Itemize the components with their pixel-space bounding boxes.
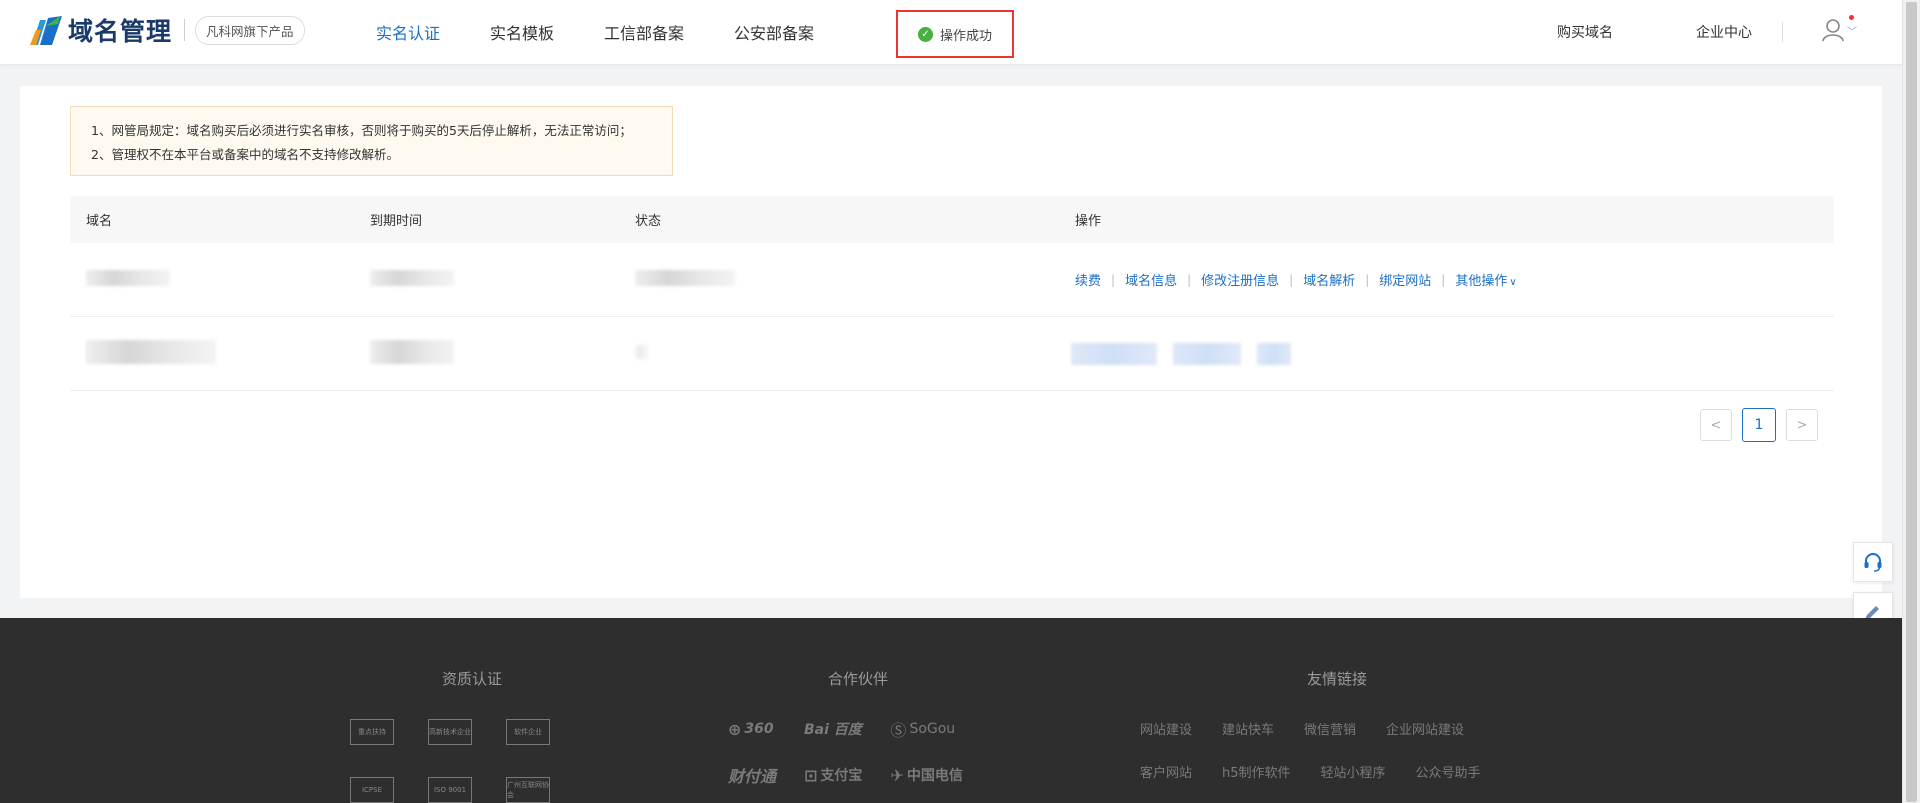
main-panel: 1、网管局规定：域名购买后必须进行实名审核，否则将于购买的5天后停止解析，无法正… — [20, 86, 1882, 598]
s-icon: Ⓢ — [890, 721, 907, 740]
notice-line-2: 2、管理权不在本平台或备案中的域名不支持修改解析。 — [91, 147, 399, 162]
footer-link[interactable]: 轻站小程序 — [1321, 762, 1386, 781]
notice-box: 1、网管局规定：域名购买后必须进行实名审核，否则将于购买的5天后停止解析，无法正… — [70, 106, 673, 176]
partner-baidu-logo[interactable]: Bai 百度 — [804, 717, 862, 741]
prev-page-button[interactable]: < — [1700, 409, 1732, 441]
nav-police-filing[interactable]: 公安部备案 — [734, 20, 814, 44]
redacted-action[interactable] — [1257, 342, 1291, 365]
action-divider: | — [1441, 272, 1446, 287]
plus-circle-icon: ⊕ — [728, 719, 742, 739]
top-header: 域名管理 凡科网旗下产品 实名认证 实名模板 工信部备案 公安部备案 ✓ 操作成… — [0, 0, 1902, 65]
partner-telecom-logo[interactable]: ✈ 中国电信 — [890, 763, 962, 787]
more-actions-dropdown[interactable]: 其他操作 ∨ — [1455, 270, 1516, 289]
action-divider: | — [1111, 272, 1116, 287]
cert-grid: 重点扶持 高新技术企业 软件企业 ICPSE ISO 9001 广州互联网协会 — [350, 719, 550, 803]
vertical-scrollbar[interactable] — [1902, 0, 1920, 803]
table-header: 域名 到期时间 状态 操作 — [70, 196, 1834, 243]
bind-website-link[interactable]: 绑定网站 — [1379, 270, 1431, 289]
redacted-action[interactable] — [1173, 342, 1241, 365]
footer-title-links: 友情链接 — [1307, 670, 1368, 688]
table-row: 续费 | 域名信息 | 修改注册信息 | 域名解析 | 绑定网站 | 其他操作 ∨ — [70, 243, 1834, 317]
footer-partners: 合作伙伴 ⊕ 360 Bai 百度 Ⓢ SoGou 财付通 ⊡ 支付宝 ✈ 中国电信 — [728, 668, 963, 787]
nav-miit-filing[interactable]: 工信部备案 — [604, 20, 684, 44]
footer: 资质认证 重点扶持 高新技术企业 软件企业 ICPSE ISO 9001 广州互… — [0, 618, 1902, 803]
edit-registration-link[interactable]: 修改注册信息 — [1201, 270, 1279, 289]
row-actions — [1071, 342, 1834, 365]
friend-links: 网站建设 建站快车 微信营销 企业网站建设 客户网站 h5制作软件 轻站小程序 … — [1140, 719, 1540, 781]
dns-resolution-link[interactable]: 域名解析 — [1303, 270, 1355, 289]
redacted-status — [635, 269, 735, 286]
action-divider: | — [1289, 272, 1294, 287]
col-header-domain: 域名 — [86, 214, 113, 229]
redacted-expiry — [370, 339, 454, 364]
cert-badge[interactable]: ISO 9001 — [428, 777, 472, 803]
toast-text: 操作成功 — [939, 28, 992, 44]
footer-link[interactable]: 网站建设 — [1140, 719, 1192, 738]
table-row — [70, 317, 1834, 391]
product-badge: 凡科网旗下产品 — [195, 15, 305, 45]
domain-table: 域名 到期时间 状态 操作 续费 | 域名信息 | 修改注册信息 | 域名解析 … — [70, 196, 1834, 391]
main-nav: 实名认证 实名模板 工信部备案 公安部备案 — [376, 0, 864, 64]
nav-real-name-template[interactable]: 实名模板 — [490, 20, 554, 44]
col-header-expiry: 到期时间 — [370, 214, 423, 229]
cert-badge[interactable]: 软件企业 — [506, 719, 550, 745]
toast-highlight: ✓ 操作成功 — [896, 10, 1014, 58]
logo-text: 域名管理 — [68, 17, 173, 46]
check-icon: ✓ — [917, 26, 933, 42]
footer-link[interactable]: h5制作软件 — [1222, 762, 1291, 781]
redacted-domain — [86, 269, 170, 286]
cert-badge[interactable]: ICPSE — [350, 777, 394, 803]
partner-grid: ⊕ 360 Bai 百度 Ⓢ SoGou 财付通 ⊡ 支付宝 ✈ 中国电信 — [728, 717, 963, 787]
partner-360-logo[interactable]: ⊕ 360 — [728, 717, 776, 741]
scrollbar-thumb[interactable] — [1906, 2, 1917, 802]
alipay-icon: ⊡ — [804, 765, 818, 785]
footer-link[interactable]: 企业网站建设 — [1386, 719, 1464, 738]
redacted-domain — [86, 339, 216, 364]
partner-tenpay-logo[interactable]: 财付通 — [728, 763, 776, 787]
cert-badge[interactable]: 高新技术企业 — [428, 719, 472, 745]
next-page-button[interactable]: > — [1786, 409, 1818, 441]
page-1-button[interactable]: 1 — [1742, 408, 1776, 442]
footer-title-partners: 合作伙伴 — [828, 670, 889, 688]
notice-line-1: 1、网管局规定：域名购买后必须进行实名审核，否则将于购买的5天后停止解析，无法正… — [91, 123, 632, 138]
renew-link[interactable]: 续费 — [1075, 270, 1101, 289]
user-menu[interactable]: ﹀ — [1822, 15, 1857, 42]
chevron-down-icon: ﹀ — [1847, 26, 1857, 38]
enterprise-center-link[interactable]: 企业中心 — [1696, 22, 1752, 42]
success-toast: ✓ 操作成功 — [917, 25, 992, 44]
redacted-status — [635, 344, 649, 359]
footer-link[interactable]: 公众号助手 — [1416, 762, 1481, 781]
redacted-expiry — [370, 269, 454, 286]
logo-mark-icon — [28, 12, 64, 48]
footer-links: 友情链接 网站建设 建站快车 微信营销 企业网站建设 客户网站 h5制作软件 轻… — [1140, 668, 1540, 781]
footer-link[interactable]: 建站快车 — [1222, 719, 1274, 738]
col-header-actions: 操作 — [1075, 214, 1102, 229]
notification-dot-icon — [1849, 15, 1854, 20]
logo[interactable]: 域名管理 凡科网旗下产品 — [28, 12, 305, 48]
cert-badge[interactable]: 重点扶持 — [350, 719, 394, 745]
nav-real-name-auth[interactable]: 实名认证 — [376, 20, 440, 44]
footer-link[interactable]: 客户网站 — [1140, 762, 1192, 781]
right-nav-divider — [1782, 22, 1783, 42]
action-divider: | — [1365, 272, 1370, 287]
partner-sogou-logo[interactable]: Ⓢ SoGou — [890, 717, 962, 741]
row-actions: 续费 | 域名信息 | 修改注册信息 | 域名解析 | 绑定网站 | 其他操作 ∨ — [1075, 270, 1834, 290]
chevron-down-icon: ∨ — [1509, 277, 1517, 288]
telecom-icon: ✈ — [890, 765, 904, 785]
partner-alipay-logo[interactable]: ⊡ 支付宝 — [804, 763, 862, 787]
footer-link[interactable]: 微信营销 — [1304, 719, 1356, 738]
footer-title-certifications: 资质认证 — [441, 670, 502, 688]
col-header-status: 状态 — [635, 214, 662, 229]
pagination: < 1 > — [1690, 408, 1818, 442]
redacted-action[interactable] — [1071, 342, 1157, 365]
domain-info-link[interactable]: 域名信息 — [1125, 270, 1177, 289]
buy-domain-link[interactable]: 购买域名 — [1557, 22, 1613, 42]
footer-certifications: 资质认证 重点扶持 高新技术企业 软件企业 ICPSE ISO 9001 广州互… — [350, 668, 550, 803]
customer-service-button[interactable] — [1853, 542, 1893, 582]
logo-divider — [184, 19, 186, 41]
cert-badge[interactable]: 广州互联网协会 — [506, 777, 550, 803]
headset-icon — [1864, 553, 1882, 572]
action-divider: | — [1187, 272, 1192, 287]
user-icon — [1822, 18, 1844, 42]
